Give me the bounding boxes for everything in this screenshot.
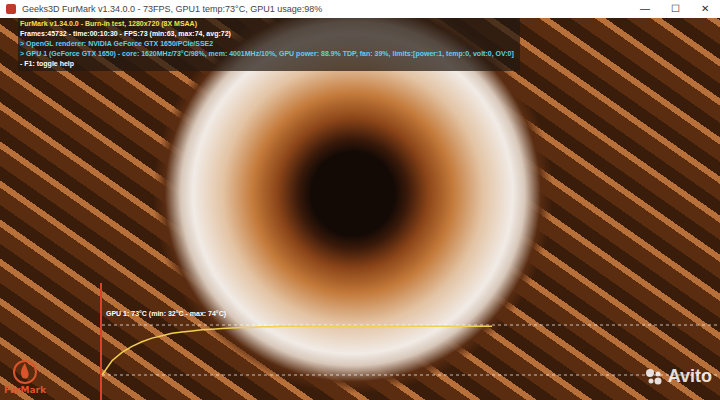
osd-line: > GPU 1 (GeForce GTX 1650) - core: 1620M… — [20, 49, 514, 59]
dots-icon — [644, 367, 664, 387]
close-button[interactable]: ✕ — [690, 0, 720, 18]
graph-axis — [100, 283, 102, 400]
osd-overlay: FurMark v1.34.0.0 - Burn-in test, 1280x7… — [18, 18, 520, 71]
temperature-graph: GPU 1: 73°C (min: 32°C - max: 74°C) — [100, 283, 720, 400]
app-icon — [6, 4, 16, 14]
minimize-button[interactable]: — — [630, 0, 660, 18]
osd-line: > OpenGL renderer: NVIDIA GeForce GTX 16… — [20, 39, 514, 49]
temperature-line — [102, 326, 492, 375]
window-controls: —☐✕ — [630, 0, 720, 18]
osd-line: - F1: toggle help — [20, 59, 514, 69]
furmark-logo: FurMark — [4, 359, 46, 396]
osd-line: FurMark v1.34.0.0 - Burn-in test, 1280x7… — [20, 19, 514, 29]
title-bar[interactable]: Geeks3D FurMark v1.34.0.0 - 73FPS, GPU1 … — [0, 0, 720, 18]
osd-line: Frames:45732 - time:00:10:30 - FPS:73 (m… — [20, 29, 514, 39]
watermark: Avito — [644, 363, 712, 390]
reference-line — [102, 375, 720, 376]
render-view: FurMark v1.34.0.0 - Burn-in test, 1280x7… — [0, 18, 720, 400]
reference-line — [102, 325, 720, 326]
maximize-button[interactable]: ☐ — [660, 0, 690, 18]
graph-label: GPU 1: 73°C (min: 32°C - max: 74°C) — [106, 309, 226, 318]
graph-canvas — [100, 283, 720, 400]
window-title: Geeks3D FurMark v1.34.0.0 - 73FPS, GPU1 … — [22, 0, 630, 18]
furmark-window: Geeks3D FurMark v1.34.0.0 - 73FPS, GPU1 … — [0, 0, 720, 400]
logo-text: FurMark — [4, 385, 46, 396]
flame-icon — [12, 359, 38, 385]
watermark-text: Avito — [668, 363, 712, 390]
